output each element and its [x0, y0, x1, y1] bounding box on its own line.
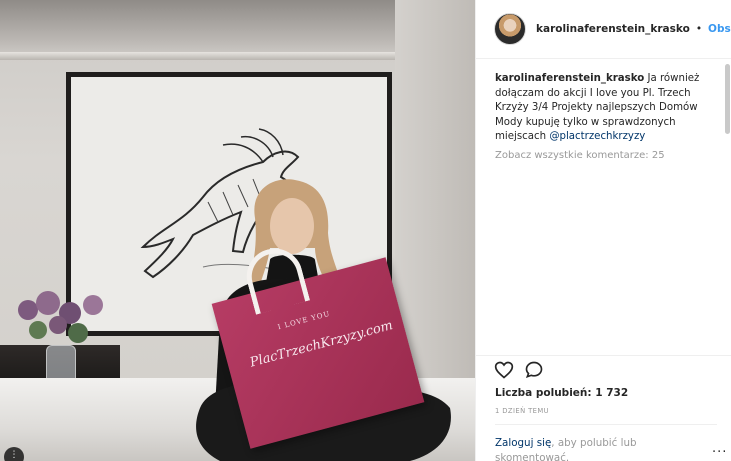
- tag-badge-icon[interactable]: ⋮: [4, 447, 24, 461]
- login-link[interactable]: Zaloguj się: [495, 437, 551, 449]
- post-photo[interactable]: I LOVE YOU PlacTrzechKrzyzy.com ⋮: [0, 0, 475, 461]
- caption-username[interactable]: karolinaferenstein_krasko: [495, 73, 644, 84]
- post-caption: karolinaferenstein_krasko Ja również doł…: [495, 72, 705, 145]
- comments-scrollbar[interactable]: [725, 64, 730, 134]
- action-icons: [494, 360, 544, 380]
- post-actions: Liczba polubień: 1 732 1 DZIEŃ TEMU Zalo…: [476, 355, 731, 461]
- header-username[interactable]: karolinaferenstein_krasko: [536, 23, 690, 35]
- post-timestamp[interactable]: 1 DZIEŃ TEMU: [495, 407, 549, 415]
- view-all-comments-link[interactable]: Zobacz wszystkie komentarze: 25: [495, 150, 665, 161]
- follow-button[interactable]: Obserwuj: [708, 23, 731, 35]
- likes-count[interactable]: Liczba polubień: 1 732: [495, 387, 628, 399]
- bag-brand-text: PlacTrzechKrzyzy.com: [248, 318, 395, 371]
- post-header: karolinaferenstein_krasko • Obserwuj: [476, 0, 731, 59]
- avatar[interactable]: [494, 13, 526, 45]
- caption-mention-link[interactable]: @plactrzechkrzyzy: [549, 131, 645, 142]
- login-prompt: Zaloguj się, aby polubić lub skomentować…: [495, 436, 695, 461]
- bag-small-text: I LOVE YOU: [276, 309, 332, 332]
- heart-icon[interactable]: [494, 360, 514, 380]
- more-options-icon[interactable]: ···: [712, 445, 727, 460]
- post-side-panel: karolinaferenstein_krasko • Obserwuj kar…: [475, 0, 731, 461]
- actions-divider: [495, 424, 717, 425]
- comment-icon[interactable]: [524, 360, 544, 380]
- header-separator: •: [695, 23, 703, 35]
